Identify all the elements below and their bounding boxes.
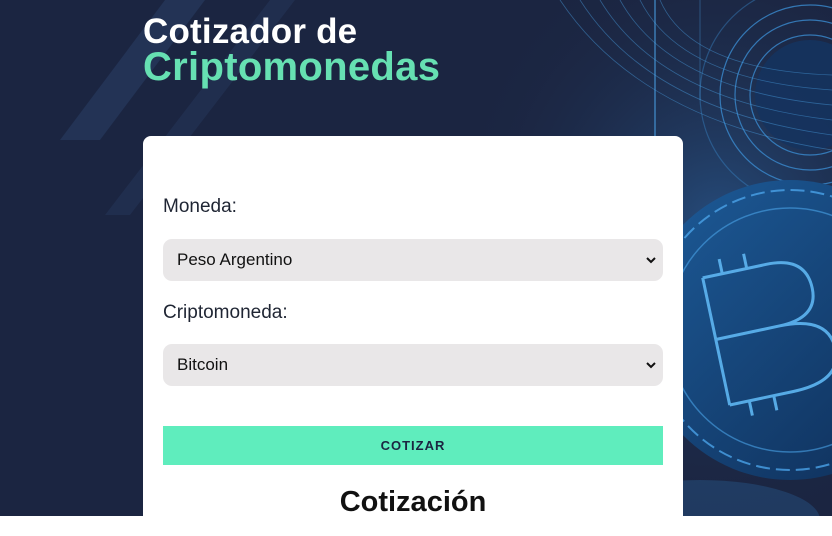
page-title-line2: Criptomonedas (143, 45, 441, 89)
currency-select-value: Peso Argentino (177, 250, 293, 269)
page-title-line1: Cotizador de (143, 12, 358, 51)
chevron-down-icon (646, 257, 656, 264)
crypto-select-value: Bitcoin (177, 355, 229, 374)
crypto-select[interactable]: Bitcoin (163, 344, 663, 386)
quote-form-card: Moneda: Peso Argentino Criptomoneda: Bit… (143, 136, 683, 536)
page-title: Cotizador de Criptomonedas (143, 14, 440, 87)
currency-select[interactable]: Peso Argentino (163, 239, 663, 281)
crypto-label: Criptomoneda: (163, 302, 288, 323)
result-title: Cotización (339, 486, 487, 518)
currency-label: Moneda: (163, 196, 237, 217)
chevron-down-icon (646, 362, 656, 369)
cotizar-button[interactable]: COTIZAR (163, 426, 663, 465)
